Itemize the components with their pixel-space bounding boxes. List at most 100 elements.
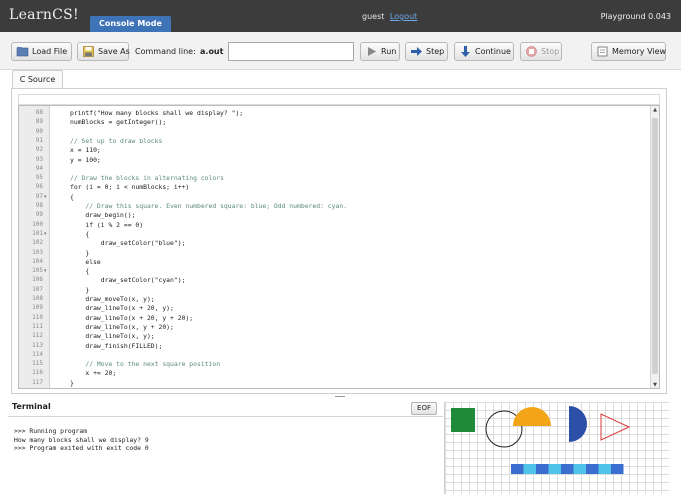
line-number: 101 <box>32 229 43 237</box>
fold-arrow-icon[interactable]: ▾ <box>44 231 47 237</box>
block-cyan <box>548 464 561 474</box>
line-number: 106 <box>32 276 43 284</box>
code-line[interactable]: draw_lineTo(x + 20, y); <box>70 304 174 312</box>
editor-header-strip <box>18 94 660 105</box>
username: guest <box>362 12 385 21</box>
block-blue <box>586 464 599 474</box>
fold-arrow-icon[interactable]: ▾ <box>44 268 47 274</box>
line-number: 107 <box>32 285 43 293</box>
continue-label: Continue <box>475 47 511 56</box>
code-line[interactable]: x = 110; <box>70 146 101 154</box>
run-button[interactable]: Run <box>360 42 400 61</box>
line-number: 99 <box>35 211 43 219</box>
tab-console-mode[interactable]: Console Mode <box>90 16 171 32</box>
stop-icon <box>526 46 537 57</box>
step-button[interactable]: Step <box>405 42 448 61</box>
code-line[interactable]: printf("How many blocks shall we display… <box>70 109 243 117</box>
memory-view-label: Memory View <box>612 47 667 56</box>
user-info: guest Logout <box>362 12 417 21</box>
scroll-up-icon[interactable]: ▲ <box>651 106 659 115</box>
block-row <box>511 464 624 474</box>
memory-view-button[interactable]: Memory View <box>591 42 666 61</box>
code-line[interactable]: draw_begin(); <box>70 211 135 219</box>
save-icon <box>83 46 94 57</box>
tab-c-source[interactable]: C Source <box>12 70 63 88</box>
load-file-button[interactable]: Load File <box>11 42 72 61</box>
command-line-input[interactable] <box>228 42 354 61</box>
panel-splitter[interactable] <box>335 396 345 398</box>
toolbar: Load File Save As Command line: a.out Ru… <box>0 32 681 70</box>
code-editor[interactable]: 88 89 90 91 92 93 94 95 96 97 ▾ 98 99 100 101 ▾ 102 103 10… <box>18 105 660 389</box>
logout-link[interactable]: Logout <box>390 12 417 21</box>
line-number: 90 <box>35 127 43 135</box>
code-line[interactable]: draw_lineTo(x, y + 20); <box>70 323 174 331</box>
code-line[interactable]: { <box>70 193 74 201</box>
line-number: 93 <box>35 155 43 163</box>
arrow-down-icon <box>461 46 470 57</box>
code-line[interactable]: } <box>70 249 89 257</box>
scroll-down-icon[interactable]: ▼ <box>651 381 659 388</box>
code-line[interactable]: draw_setColor("blue"); <box>70 239 186 247</box>
terminal-line: How many blocks shall we display? 9 <box>14 435 149 444</box>
line-number: 111 <box>32 322 43 330</box>
block-blue <box>611 464 624 474</box>
line-number: 105 <box>32 267 43 275</box>
line-number: 98 <box>35 202 43 209</box>
code-comment-line[interactable]: // Move to the next square position <box>70 360 220 368</box>
code-line[interactable]: x += 20; <box>70 369 116 377</box>
fold-arrow-icon[interactable]: ▾ <box>44 194 47 200</box>
terminal-title: Terminal <box>12 402 51 411</box>
terminal-output[interactable]: >>> Running program How many blocks shall… <box>8 416 443 494</box>
line-number: 95 <box>35 174 43 182</box>
code-line[interactable]: } <box>70 379 74 387</box>
code-line[interactable]: if (i % 2 == 0) <box>70 221 143 229</box>
terminal-line: >>> Running program <box>14 427 88 435</box>
code-comment-line[interactable]: // Set up to draw blocks <box>70 137 162 145</box>
step-label: Step <box>426 47 445 56</box>
line-number: 96 <box>35 183 43 191</box>
command-program: a.out <box>200 47 224 56</box>
code-line[interactable]: else <box>70 258 100 266</box>
code-line[interactable]: { <box>70 267 89 275</box>
editor-scrollbar[interactable]: ▲ ▼ <box>650 106 659 388</box>
line-number: 100 <box>32 220 43 228</box>
code-comment-line[interactable]: // Draw the blocks in alternating colors <box>70 174 224 182</box>
line-number: 94 <box>35 164 43 172</box>
play-icon <box>368 47 376 56</box>
line-number: 117 <box>32 378 43 386</box>
line-number: 113 <box>32 341 43 349</box>
code-line[interactable]: draw_lineTo(x + 20, y + 20); <box>70 314 193 322</box>
stop-button[interactable]: Stop <box>520 42 562 61</box>
line-number: 103 <box>32 248 43 256</box>
block-blue <box>536 464 549 474</box>
line-number: 104 <box>32 257 43 265</box>
code-line[interactable]: draw_finish(FILLED); <box>70 342 162 350</box>
save-as-button[interactable]: Save As <box>77 42 130 61</box>
save-as-label: Save As <box>98 47 130 56</box>
scrollbar-thumb[interactable] <box>652 118 658 374</box>
run-label: Run <box>381 47 397 56</box>
code-line[interactable]: { <box>70 230 89 238</box>
code-line[interactable]: } <box>70 286 89 294</box>
code-line[interactable]: draw_lineTo(x, y); <box>70 332 154 340</box>
code-line[interactable]: numBlocks = getInteger(); <box>70 118 166 126</box>
line-number: 112 <box>32 332 43 340</box>
code-line[interactable]: y = 100; <box>70 156 101 164</box>
line-number: 114 <box>32 350 43 358</box>
line-number: 88 <box>35 109 43 116</box>
code-comment-line[interactable]: // Draw this square. Even numbered squar… <box>70 202 347 210</box>
app-logo: LearnCS! <box>9 7 79 23</box>
top-bar: LearnCS! Console Mode guest Logout Playg… <box>0 0 681 32</box>
load-file-label: Load File <box>32 47 68 56</box>
line-number: 115 <box>32 360 43 368</box>
code-line[interactable]: draw_moveTo(x, y); <box>70 295 154 303</box>
block-cyan <box>523 464 536 474</box>
block-cyan <box>598 464 611 474</box>
code-line[interactable]: draw_setColor("cyan"); <box>70 276 186 284</box>
eof-button[interactable]: EOF <box>411 402 437 415</box>
continue-button[interactable]: Continue <box>454 42 514 61</box>
line-number: 91 <box>35 136 43 144</box>
version-label: Playground 0.043 <box>600 12 671 21</box>
code-line[interactable]: for (i = 0; i < numBlocks; i++) <box>70 183 189 191</box>
red-triangle-outline <box>600 413 631 441</box>
